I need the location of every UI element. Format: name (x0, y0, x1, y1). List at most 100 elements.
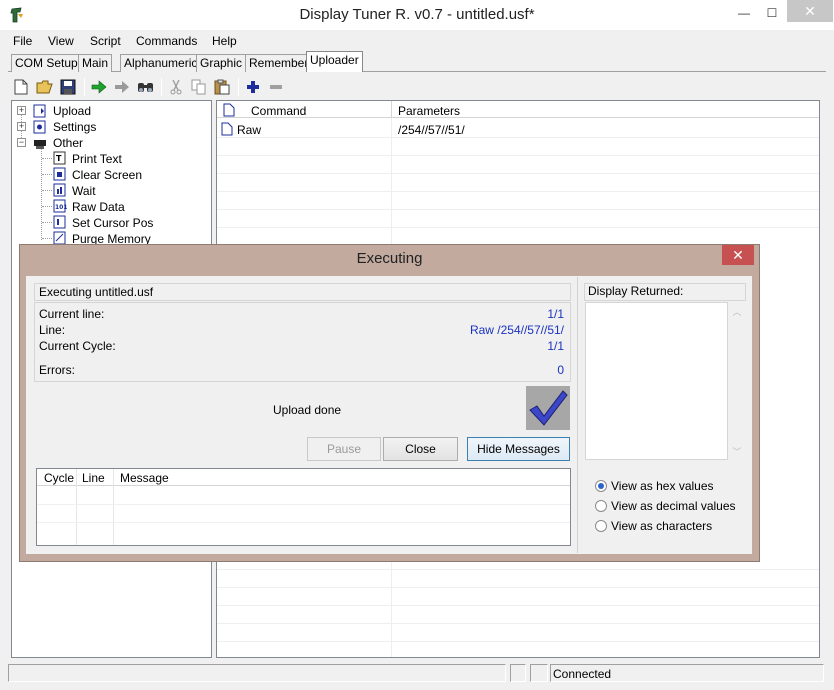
scroll-down-icon[interactable]: ﹀ (731, 446, 743, 458)
maximize-button[interactable]: ☐ (758, 0, 786, 26)
tree-expander[interactable]: + (17, 122, 26, 131)
settings-icon (33, 120, 47, 134)
tree-item-set-cursor-pos[interactable]: Set Cursor Pos (72, 215, 153, 231)
line-label: Line: (39, 323, 66, 337)
grid-line (217, 227, 819, 228)
paste-icon[interactable] (213, 78, 231, 96)
grid-line (217, 191, 819, 192)
tree-item-raw-data[interactable]: Raw Data (72, 199, 125, 215)
grid-line (37, 522, 570, 523)
column-divider (76, 469, 77, 545)
pause-button[interactable]: Pause (307, 437, 381, 461)
tree-guide-line (42, 238, 52, 239)
add-icon[interactable] (244, 78, 262, 96)
tab-main[interactable]: Main (78, 54, 113, 72)
other-icon (33, 136, 47, 150)
window-close-button[interactable]: ✕ (787, 0, 833, 22)
menu-file[interactable]: File (13, 33, 32, 49)
column-divider[interactable] (391, 101, 392, 118)
tab-alphanumeric[interactable]: Alphanumeric (120, 54, 202, 72)
dialog-close-button[interactable]: ✕ (722, 245, 754, 265)
scroll-up-icon[interactable]: ︿ (731, 306, 743, 318)
toolbar-separator (238, 78, 239, 96)
window-title: Display Tuner R. v0.7 - untitled.usf* (299, 6, 535, 23)
wait-icon (53, 183, 67, 197)
message-table-header (37, 469, 570, 486)
tree-expander[interactable]: + (17, 106, 26, 115)
display-returned-box[interactable] (585, 302, 728, 460)
close-button[interactable]: Close (383, 437, 458, 461)
errors-label: Errors: (39, 363, 75, 377)
column-header-parameters[interactable]: Parameters (398, 104, 460, 118)
tab-graphic[interactable]: Graphic (196, 54, 247, 72)
tree-guide-line (42, 174, 52, 175)
new-icon[interactable] (12, 78, 30, 96)
menu-bar (0, 30, 834, 50)
grid-line (37, 504, 570, 505)
tab-uploader[interactable]: Uploader (306, 51, 363, 72)
raw-command-icon (221, 122, 235, 136)
copy-icon[interactable] (190, 78, 208, 96)
grid-line (217, 173, 819, 174)
remove-icon[interactable] (267, 78, 285, 96)
current-cycle-value: 1/1 (547, 339, 564, 353)
hide-messages-button[interactable]: Hide Messages (467, 437, 570, 461)
column-header-command[interactable]: Command (251, 104, 306, 118)
tree-guide-line (42, 222, 52, 223)
grid-line (217, 641, 819, 642)
tree-item-settings[interactable]: Settings (53, 119, 96, 135)
grid-line (217, 569, 819, 570)
document-icon (223, 103, 237, 117)
line-value: Raw /254//57//51/ (469, 323, 564, 337)
tree-item-other[interactable]: Other (53, 135, 83, 151)
grid-line (217, 209, 819, 210)
column-header-cycle[interactable]: Cycle (44, 471, 74, 485)
toolbar-separator (161, 78, 162, 96)
grid-line (217, 587, 819, 588)
find-icon[interactable] (137, 78, 155, 96)
list-cell-command[interactable]: Raw (237, 123, 261, 137)
grid-line (217, 155, 819, 156)
open-icon[interactable] (36, 78, 54, 96)
menu-help[interactable]: Help (212, 33, 237, 49)
radio-hex-label[interactable]: View as hex values (611, 479, 714, 493)
column-divider (113, 469, 114, 545)
menu-commands[interactable]: Commands (136, 33, 197, 49)
list-header (217, 101, 819, 118)
display-returned-label: Display Returned: (588, 284, 684, 298)
connection-status: Connected (553, 667, 612, 681)
radio-decimal[interactable] (595, 500, 607, 512)
tree-guide-line (42, 158, 52, 159)
tab-com-setup[interactable]: COM Setup (11, 54, 82, 72)
tree-item-print-text[interactable]: Print Text (72, 151, 122, 167)
tree-item-clear-screen[interactable]: Clear Screen (72, 167, 142, 183)
step-icon[interactable] (113, 78, 131, 96)
upload-status-message: Upload done (273, 403, 342, 417)
purge-memory-icon (53, 231, 67, 245)
svg-text:101: 101 (55, 204, 67, 211)
save-icon[interactable] (59, 78, 77, 96)
radio-characters-label[interactable]: View as characters (611, 519, 712, 533)
menu-view[interactable]: View (48, 33, 74, 49)
cut-icon[interactable] (167, 78, 185, 96)
status-panel (8, 664, 506, 682)
run-icon[interactable] (90, 78, 108, 96)
radio-characters[interactable] (595, 520, 607, 532)
upload-icon (33, 104, 47, 118)
tree-item-upload[interactable]: Upload (53, 103, 91, 119)
column-header-message[interactable]: Message (120, 471, 169, 485)
minimize-button[interactable]: — (730, 0, 758, 26)
tree-item-wait[interactable]: Wait (72, 183, 96, 199)
column-header-line[interactable]: Line (82, 471, 105, 485)
menu-script[interactable]: Script (90, 33, 121, 49)
tree-expander[interactable]: − (17, 138, 26, 147)
executing-file-label: Executing untitled.usf (39, 285, 154, 299)
radio-decimal-label[interactable]: View as decimal values (611, 499, 736, 513)
dialog-divider (577, 277, 578, 553)
list-cell-parameters[interactable]: /254//57//51/ (398, 123, 465, 137)
tab-remember[interactable]: Remember (245, 54, 313, 72)
current-line-value: 1/1 (547, 307, 564, 321)
print-text-icon: T (53, 151, 67, 165)
radio-hex[interactable] (595, 480, 607, 492)
clear-screen-icon (53, 167, 67, 181)
